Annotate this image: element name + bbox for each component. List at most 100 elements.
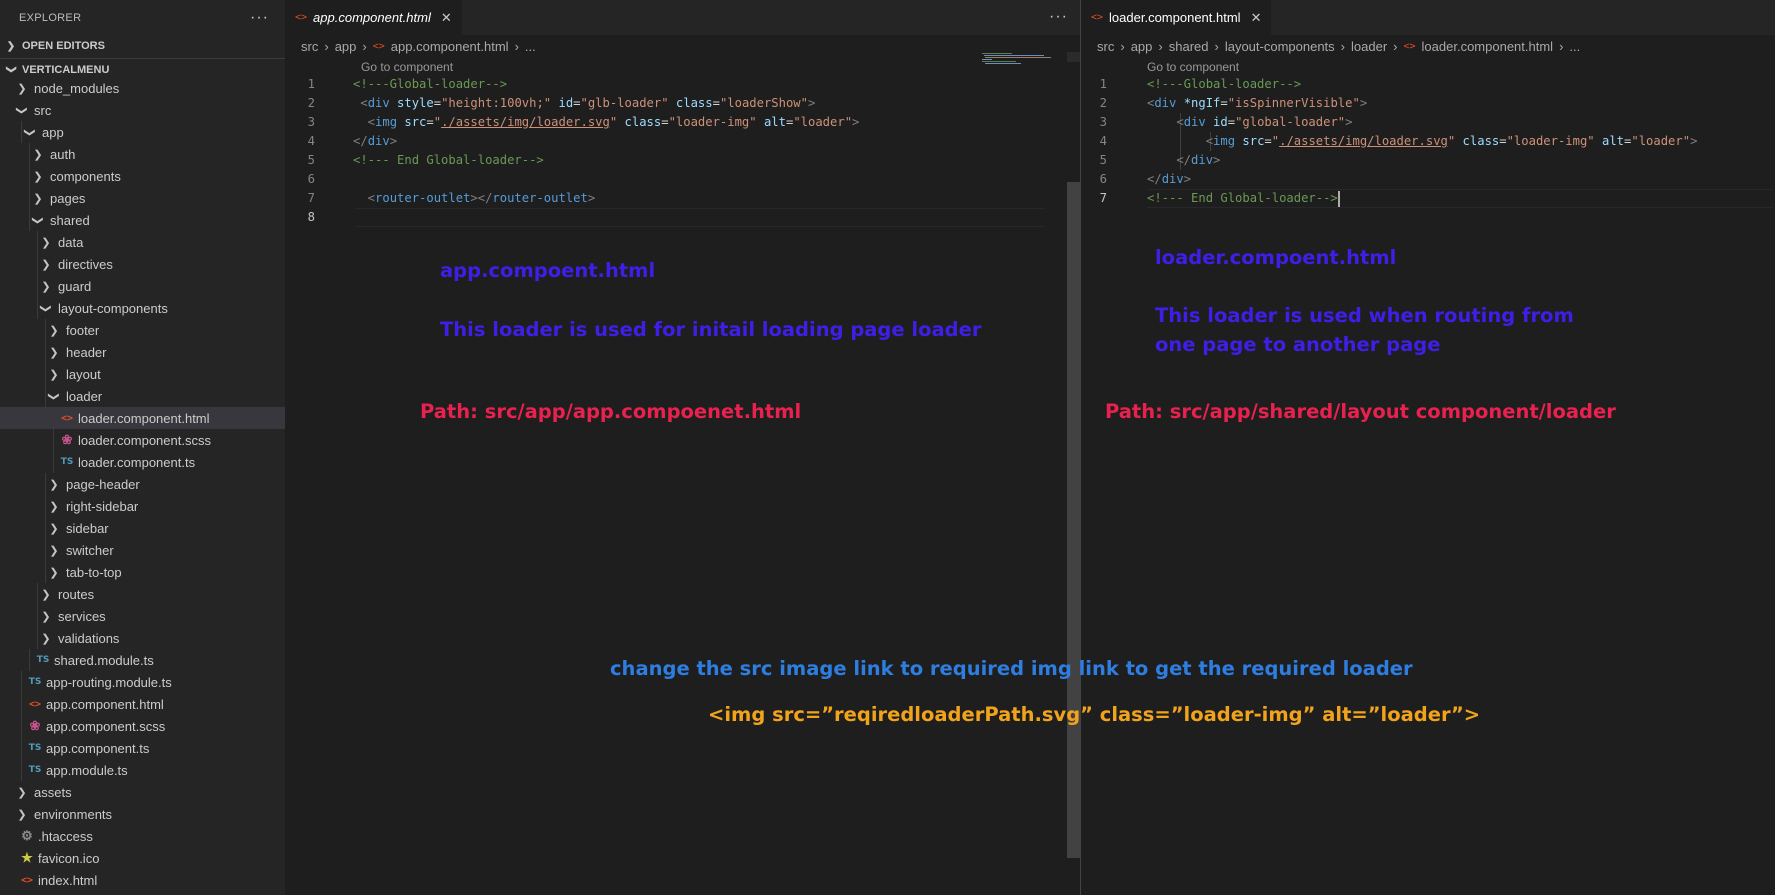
breadcrumb-item[interactable]: loader (1351, 39, 1387, 54)
breadcrumb-item[interactable]: src (301, 39, 318, 54)
breadcrumb-item[interactable]: app (1131, 39, 1153, 54)
tree-folder[interactable]: ❯ directives (0, 253, 285, 275)
scss-file-icon: ❀ (29, 718, 41, 733)
code-token: = (1264, 134, 1272, 148)
indent-guide (37, 583, 38, 605)
code-line: 5 </div> (1077, 151, 1767, 170)
go-to-component-link[interactable]: Go to component (1147, 59, 1239, 75)
chevron-right-icon: ❯ (49, 368, 59, 381)
tree-item-label: favicon.ico (38, 850, 100, 866)
indent-guide (21, 759, 22, 781)
code-editor-right[interactable]: 1 <!---Global-loader--> 2 <div *ngIf="isSpi… (1077, 75, 1767, 208)
go-to-component-link[interactable]: Go to component (361, 59, 453, 75)
code-token: style (389, 96, 434, 110)
code-token: = (433, 96, 442, 110)
breadcrumb-item[interactable]: app.component.html (391, 39, 509, 54)
tree-file[interactable]: ★ favicon.ico (0, 847, 285, 869)
tree-file[interactable]: TS app.component.ts (0, 737, 285, 759)
annotation-right-description-1: This loader is used when routing from (1155, 304, 1574, 327)
line-number: 6 (307, 172, 315, 186)
editor-group-left: <> app.component.html ✕ ··· src › app › <> ap… (285, 0, 1080, 895)
tree-item-label: app.component.ts (46, 740, 150, 756)
tree-folder[interactable]: ❯ layout-components (0, 297, 285, 319)
code-text: <div id="global-loader"> (1147, 113, 1352, 132)
tree-folder[interactable]: ❯ layout (0, 363, 285, 385)
tree-folder[interactable]: ❯ page-header (0, 473, 285, 495)
tree-folder[interactable]: ❯ services (0, 605, 285, 627)
indent-guide (37, 253, 38, 275)
tree-folder[interactable]: ❯ assets (0, 781, 285, 803)
tab-loader-component-html[interactable]: <> loader.component.html ✕ (1081, 0, 1272, 35)
code-text: <div style="height:100vh;" id="glb-loade… (353, 94, 815, 113)
tree-folder[interactable]: ❯ switcher (0, 539, 285, 561)
tree-file[interactable]: TS shared.module.ts (0, 649, 285, 671)
tree-file[interactable]: TS app-routing.module.ts (0, 671, 285, 693)
tree-folder[interactable]: ❯ sidebar (0, 517, 285, 539)
tree-folder[interactable]: ❯ auth (0, 143, 285, 165)
breadcrumb-item[interactable]: loader.component.html (1422, 39, 1554, 54)
breadcrumb-item[interactable]: src (1097, 39, 1114, 54)
tree-folder[interactable]: ❯ components (0, 165, 285, 187)
minimap[interactable] (982, 52, 1070, 64)
breadcrumb-item[interactable]: layout-components (1225, 39, 1335, 54)
tree-folder[interactable]: ❯ right-sidebar (0, 495, 285, 517)
tree-folder[interactable]: ❯ loader (0, 385, 285, 407)
breadcrumb-item[interactable]: app (335, 39, 357, 54)
indent-guide (53, 451, 54, 473)
typescript-file-icon: TS (36, 655, 50, 665)
code-editor-left[interactable]: 1 <!---Global-loader--> 2 <div style="heig… (285, 75, 1045, 227)
indent-guide (53, 429, 54, 451)
tree-folder[interactable]: ❯ header (0, 341, 285, 363)
tree-file[interactable]: ⚙ .htaccess (0, 825, 285, 847)
chevron-right-icon: › (324, 38, 329, 54)
tree-item-label: guard (58, 278, 92, 294)
tree-file[interactable]: ❀ loader.component.scss (0, 429, 285, 451)
tree-file[interactable]: <> index.html (0, 869, 285, 891)
breadcrumb-item[interactable]: ... (525, 39, 536, 54)
tree-file[interactable]: <> loader.component.html (0, 407, 285, 429)
breadcrumb-item[interactable]: shared (1169, 39, 1209, 54)
tree-file[interactable]: TS loader.component.ts (0, 451, 285, 473)
code-token: = (573, 96, 581, 110)
tab-app-component-html[interactable]: <> app.component.html ✕ (285, 0, 462, 35)
tree-item-label: layout-components (58, 300, 168, 316)
breadcrumb-item[interactable]: ... (1569, 39, 1580, 54)
tree-folder[interactable]: ❯ app (0, 121, 285, 143)
tree-file[interactable]: ❀ app.component.scss (0, 715, 285, 737)
tree-folder[interactable]: ❯ data (0, 231, 285, 253)
html-file-icon: <> (295, 12, 308, 23)
tree-folder[interactable]: ❯ guard (0, 275, 285, 297)
tree-folder[interactable]: ❯ validations (0, 627, 285, 649)
code-text: </div> (353, 132, 397, 151)
tree-file[interactable]: <> app.component.html (0, 693, 285, 715)
tree-folder[interactable]: ❯ src (0, 99, 285, 121)
code-text: </div> (1147, 151, 1220, 170)
tree-item-label: app.component.html (46, 696, 164, 712)
tree-folder[interactable]: ❯ shared (0, 209, 285, 231)
close-icon[interactable]: ✕ (441, 10, 452, 26)
tree-folder[interactable]: ❯ tab-to-top (0, 561, 285, 583)
tree-folder[interactable]: ❯ routes (0, 583, 285, 605)
annotation-instruction: change the src image link to required im… (610, 657, 1413, 680)
close-icon[interactable]: ✕ (1251, 10, 1262, 26)
indent-guide (45, 495, 46, 517)
tree-folder[interactable]: ❯ pages (0, 187, 285, 209)
indent-guide (29, 209, 30, 231)
annotation-left-description: This loader is used for initail loading … (440, 318, 982, 341)
minimap-preview (982, 53, 1051, 64)
tree-folder[interactable]: ❯ node_modules (0, 77, 285, 99)
code-token: img (375, 115, 398, 129)
code-token: " (433, 115, 442, 129)
tree-folder[interactable]: ❯ environments (0, 803, 285, 825)
breadcrumb: src › app › shared › layout-components › loader ›… (1081, 35, 1775, 57)
tree-folder[interactable]: ❯ footer (0, 319, 285, 341)
tree-file[interactable]: TS app.module.ts (0, 759, 285, 781)
chevron-right-icon: ❯ (49, 566, 59, 579)
html-file-icon: <> (20, 874, 34, 886)
vertical-scrollbar[interactable] (1067, 182, 1080, 858)
more-actions-icon[interactable]: ··· (1049, 8, 1068, 26)
open-editors-section[interactable]: ❯ OPEN EDITORS (0, 35, 285, 57)
explorer-more-icon[interactable]: ··· (250, 9, 269, 27)
code-token: div (367, 134, 390, 148)
chevron-down-icon: ❯ (23, 127, 36, 137)
